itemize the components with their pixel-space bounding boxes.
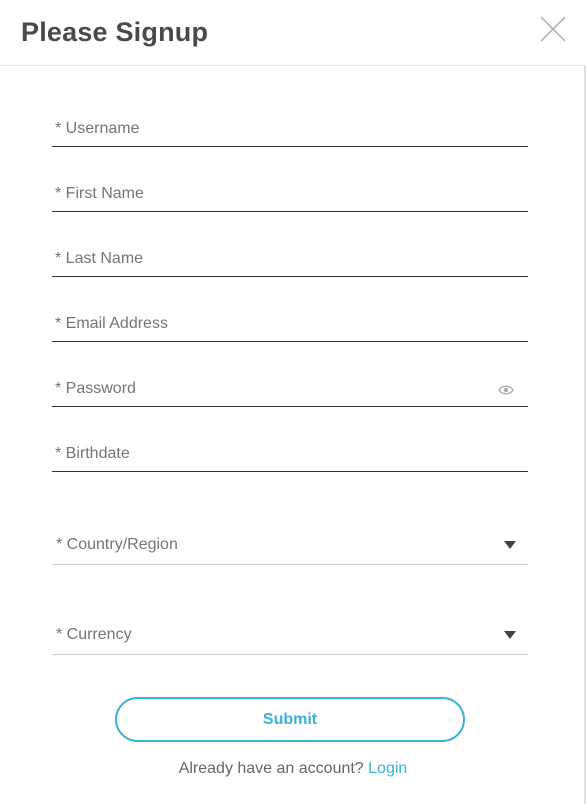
password-field	[52, 371, 528, 407]
username-field	[52, 111, 528, 147]
first-name-field	[52, 176, 528, 212]
last-name-field	[52, 241, 528, 277]
username-input[interactable]	[52, 111, 528, 146]
password-input[interactable]	[52, 371, 528, 406]
birthdate-field	[52, 436, 528, 472]
submit-button[interactable]: Submit	[115, 697, 465, 742]
login-prompt: Already have an account? Login	[0, 760, 586, 778]
login-prompt-text: Already have an account?	[178, 760, 364, 777]
eye-icon[interactable]	[498, 383, 514, 395]
currency-select[interactable]: * Currency	[52, 616, 528, 655]
currency-label: * Currency	[56, 626, 132, 643]
last-name-input[interactable]	[52, 241, 528, 276]
page-title: Please Signup	[21, 17, 209, 47]
first-name-input[interactable]	[52, 176, 528, 211]
modal-header: Please Signup	[0, 0, 586, 66]
email-input[interactable]	[52, 306, 528, 341]
country-region-label: * Country/Region	[56, 536, 178, 553]
signup-modal: Please Signup * Country/Region	[0, 0, 586, 804]
login-link[interactable]: Login	[368, 760, 407, 777]
country-region-select[interactable]: * Country/Region	[52, 526, 528, 565]
email-field	[52, 306, 528, 342]
close-icon[interactable]	[539, 15, 567, 43]
birthdate-input[interactable]	[52, 436, 528, 471]
chevron-down-icon	[504, 541, 516, 549]
chevron-down-icon	[504, 631, 516, 639]
